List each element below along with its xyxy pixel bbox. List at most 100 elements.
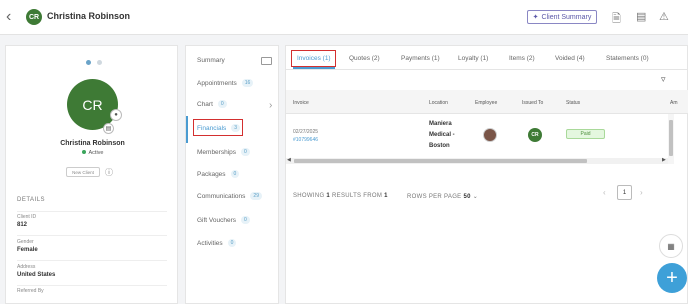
divider — [17, 211, 167, 212]
nav-item-communications[interactable]: Communications 29 — [197, 192, 262, 200]
count-badge: 0 — [241, 148, 250, 156]
rows-per-page-label: ROWS PER PAGE — [407, 194, 462, 200]
client-name-title: Christina Robinson — [47, 11, 130, 21]
nav-label: Packages — [197, 170, 226, 178]
filter-icon[interactable]: ▿ — [661, 74, 666, 85]
rows-per-page-value[interactable]: 50 — [463, 194, 470, 200]
chevron-down-icon[interactable]: ⌄ — [473, 194, 478, 200]
vertical-scrollbar[interactable] — [668, 114, 674, 164]
client-id-label: Client ID — [17, 214, 37, 220]
prev-page-icon[interactable]: ‹ — [603, 188, 606, 197]
nav-item-gift-vouchers[interactable]: Gift Vouchers 0 — [197, 216, 250, 224]
nav-item-packages[interactable]: Packages 0 — [197, 170, 240, 178]
tab-voided[interactable]: Voided (4) — [555, 55, 585, 62]
carousel-dot-1[interactable] — [86, 60, 91, 65]
col-issued-to[interactable]: Issued To — [522, 100, 543, 106]
back-chevron-icon[interactable]: ‹ — [6, 8, 11, 26]
summary-toggle-icon[interactable] — [261, 57, 272, 65]
employee-avatar[interactable] — [483, 128, 497, 142]
tab-items[interactable]: Items (2) — [509, 55, 535, 62]
profile-status: Active — [6, 150, 179, 156]
nav-label: Appointments — [197, 79, 237, 87]
address-label: Address — [17, 264, 36, 270]
next-page-icon[interactable]: › — [640, 188, 643, 197]
showing-label: SHOWING — [293, 193, 325, 199]
nav-label: Summary — [197, 57, 225, 64]
nav-label: Gift Vouchers — [197, 216, 237, 224]
location-line-3: Boston — [429, 143, 450, 149]
client-id-value: 812 — [17, 222, 28, 228]
avatar-edit-icon[interactable]: ● — [110, 109, 122, 121]
warning-icon[interactable]: ⚠ — [659, 10, 669, 23]
table-header: Invoice Location Employee Issued To Stat… — [286, 90, 688, 114]
tab-quotes[interactable]: Quotes (2) — [349, 55, 380, 62]
status-badge: Paid — [566, 129, 605, 139]
divider — [17, 285, 167, 286]
scroll-thumb[interactable] — [294, 159, 587, 163]
count-badge: 0 — [230, 170, 240, 178]
address-value: United States — [17, 272, 56, 278]
nav-label: Activities — [197, 239, 223, 247]
gender-value: Female — [17, 247, 38, 253]
client-summary-label: Client Summary — [541, 13, 592, 21]
horizontal-scrollbar[interactable]: ◀ ▶ — [286, 157, 668, 164]
info-icon[interactable]: ⓘ — [105, 167, 113, 178]
client-summary-button[interactable]: ✦ Client Summary — [527, 10, 597, 24]
nav-item-financials[interactable]: Financials 3 — [197, 124, 241, 132]
calendar-icon[interactable]: ▦ — [659, 234, 683, 258]
tab-payments[interactable]: Payments (1) — [401, 55, 440, 62]
avatar: CR — [26, 9, 42, 25]
location-line-1: Maniera — [429, 121, 452, 127]
invoice-date: 02/27/2025 — [293, 129, 319, 135]
scroll-thumb[interactable] — [669, 120, 673, 156]
count-badge: 0 — [227, 239, 237, 247]
details-heading: DETAILS — [17, 197, 46, 203]
col-amount[interactable]: Am — [670, 100, 678, 106]
col-invoice[interactable]: Invoice — [293, 100, 309, 106]
section-nav: Summary Appointments 16 Chart 0 › Financ… — [185, 45, 279, 304]
col-status[interactable]: Status — [566, 100, 580, 106]
col-employee[interactable]: Employee — [475, 100, 497, 106]
nav-item-memberships[interactable]: Memberships 0 — [197, 148, 250, 156]
nav-item-appointments[interactable]: Appointments 16 — [197, 79, 254, 87]
divider — [17, 235, 167, 236]
page-number-button[interactable]: 1 — [617, 185, 632, 200]
nav-item-chart[interactable]: Chart 0 — [197, 100, 227, 108]
showing-results-text: SHOWING 1 RESULTS FROM 1 — [293, 193, 388, 199]
invoice-number-link[interactable]: #10799646 — [293, 137, 318, 143]
profile-name: Christina Robinson — [60, 140, 125, 147]
document-alert-icon[interactable]: 🗎 — [612, 10, 621, 29]
avatar-card-icon[interactable]: ▤ — [103, 123, 114, 134]
col-location[interactable]: Location — [429, 100, 448, 106]
results-from-label: RESULTS FROM — [332, 193, 383, 199]
status-dot-icon — [81, 150, 86, 154]
carousel-dot-2[interactable] — [97, 60, 102, 65]
rows-per-page[interactable]: ROWS PER PAGE 50 ⌄ — [407, 193, 478, 200]
nav-item-activities[interactable]: Activities 0 — [197, 239, 237, 247]
nav-item-summary[interactable]: Summary — [197, 57, 225, 64]
results-total: 1 — [384, 193, 388, 199]
tab-invoices[interactable]: Invoices (1) — [297, 55, 331, 62]
scroll-right-icon[interactable]: ▶ — [662, 157, 666, 163]
status-text: Active — [88, 150, 104, 156]
tab-statements[interactable]: Statements (0) — [606, 55, 649, 62]
profile-panel: CR ● ▤ Christina Robinson Active New Cli… — [5, 45, 178, 304]
top-bar: ‹ CR Christina Robinson ✦ Client Summary… — [0, 0, 688, 35]
tab-loyalty[interactable]: Loyalty (1) — [458, 55, 488, 62]
add-button[interactable]: + — [657, 263, 687, 293]
count-badge: 0 — [217, 100, 227, 108]
nav-label: Financials — [197, 124, 227, 132]
carousel-dots — [86, 60, 102, 65]
divider — [286, 69, 688, 70]
sparkle-icon: ✦ — [532, 14, 539, 21]
issued-to-avatar[interactable]: CR — [528, 128, 542, 142]
location-line-2: Medical - — [429, 132, 455, 138]
count-badge: 0 — [241, 216, 250, 224]
new-client-tag: New Client — [66, 167, 100, 177]
count-badge: 29 — [250, 192, 262, 200]
scroll-left-icon[interactable]: ◀ — [287, 157, 291, 163]
count-badge: 3 — [231, 124, 241, 132]
notes-icon[interactable]: ▤ — [636, 10, 646, 23]
showing-count: 1 — [326, 193, 331, 199]
chevron-right-icon[interactable]: › — [269, 100, 272, 111]
